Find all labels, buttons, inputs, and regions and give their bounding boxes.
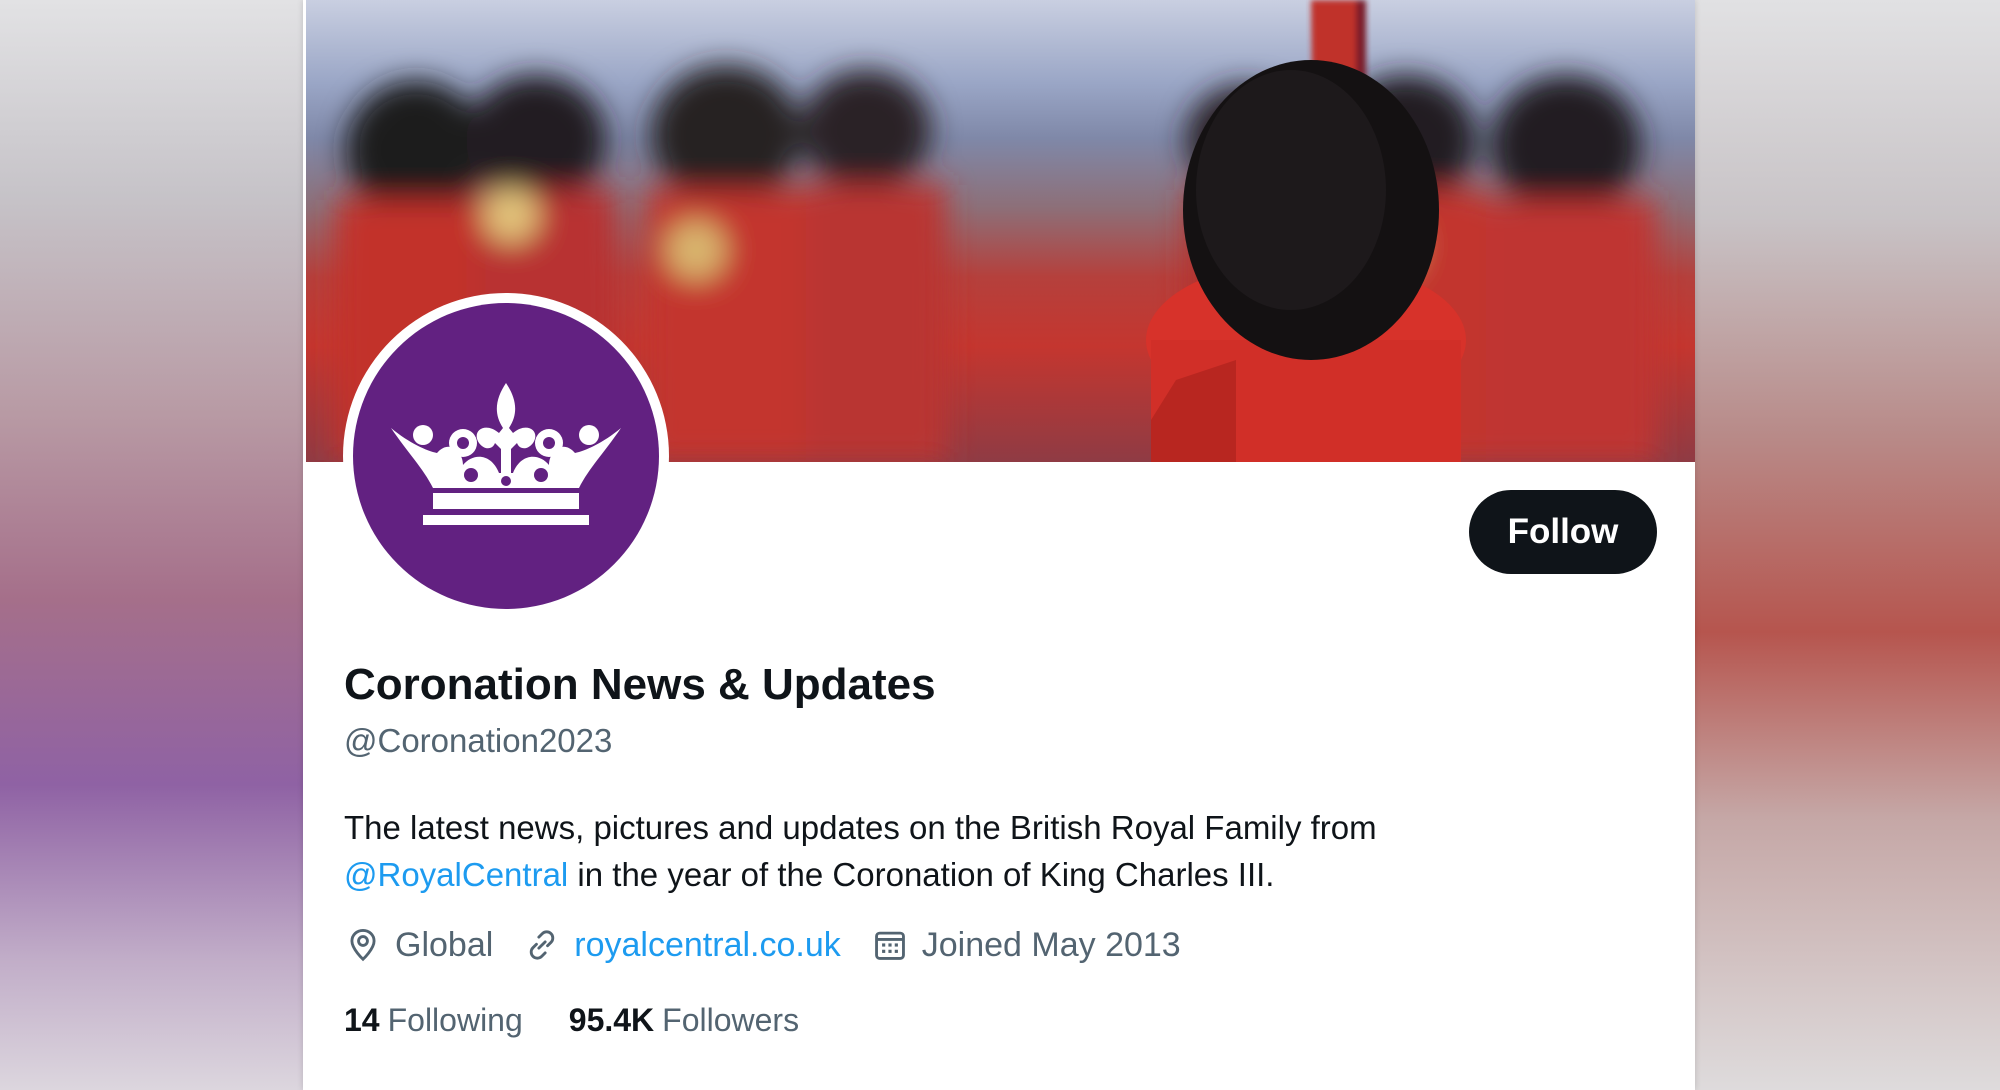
display-name: Coronation News & Updates bbox=[344, 660, 936, 709]
profile-card: Follow Coronation News & Updates @Corona… bbox=[303, 0, 1695, 1090]
avatar[interactable] bbox=[353, 303, 659, 609]
joined-item: Joined May 2013 bbox=[871, 926, 1181, 965]
website-item[interactable]: royalcentral.co.uk bbox=[523, 926, 841, 965]
followers-link[interactable]: 95.4K Followers bbox=[569, 1002, 799, 1039]
user-handle: @Coronation2023 bbox=[344, 722, 613, 759]
location-item: Global bbox=[344, 926, 493, 965]
backdrop-right bbox=[1695, 0, 2000, 1090]
following-label: Following bbox=[387, 1001, 523, 1038]
bio-mention-link[interactable]: @RoyalCentral bbox=[344, 856, 568, 893]
link-icon bbox=[523, 926, 561, 964]
followers-label: Followers bbox=[662, 1001, 800, 1038]
profile-stats: 14 Following 95.4K Followers bbox=[344, 997, 845, 1043]
profile-bio: The latest news, pictures and updates on… bbox=[344, 804, 1544, 898]
profile-meta: Global royalcentral.co.uk Joined May 201… bbox=[344, 922, 1211, 968]
location-pin-icon bbox=[344, 926, 382, 964]
followers-count: 95.4K bbox=[568, 1001, 655, 1038]
backdrop-left bbox=[0, 0, 303, 1090]
calendar-icon bbox=[871, 926, 909, 964]
bio-text-prefix: The latest news, pictures and updates on… bbox=[344, 809, 1377, 846]
follow-button[interactable]: Follow bbox=[1469, 490, 1657, 574]
crown-icon bbox=[391, 383, 621, 525]
bio-text-suffix: in the year of the Coronation of King Ch… bbox=[568, 856, 1275, 893]
joined-text: Joined May 2013 bbox=[921, 925, 1181, 964]
following-link[interactable]: 14 Following bbox=[344, 1002, 523, 1039]
location-text: Global bbox=[395, 925, 494, 964]
following-count: 14 bbox=[344, 1001, 380, 1038]
website-link[interactable]: royalcentral.co.uk bbox=[574, 926, 840, 965]
